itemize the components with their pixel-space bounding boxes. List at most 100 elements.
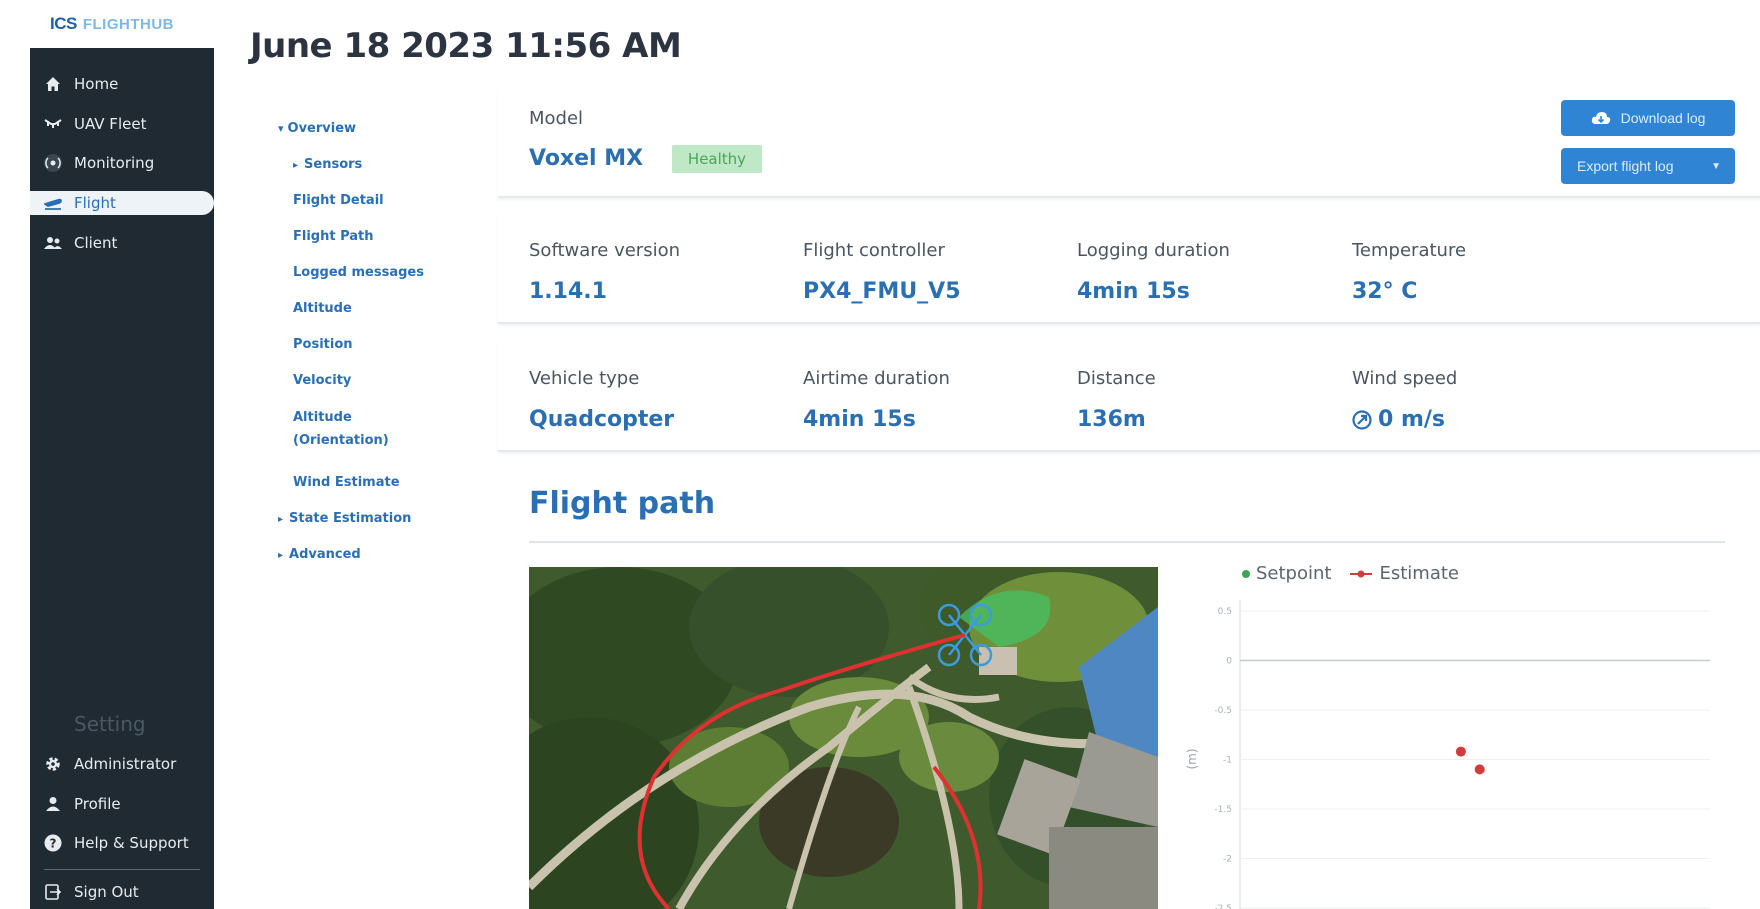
sidebar-item-monitoring[interactable]: Monitoring — [42, 151, 154, 175]
outline-item-wind-estimate[interactable]: Wind Estimate — [293, 475, 400, 490]
vehicle-type-value: Quadcopter — [529, 407, 675, 432]
outline-item-position[interactable]: Position — [293, 337, 353, 352]
user-icon — [42, 796, 64, 812]
export-flight-log-label: Export flight log — [1577, 158, 1674, 174]
plane-icon — [42, 195, 64, 211]
stats-card-1 — [498, 214, 1760, 324]
sidebar-item-label: Sign Out — [74, 883, 139, 901]
y-tick-label: -1.5 — [1214, 805, 1232, 815]
chevron-right-icon: ▸ — [278, 514, 284, 525]
y-tick-label: -2.5 — [1214, 904, 1232, 909]
export-flight-log-dropdown[interactable]: Export flight log ▼ — [1561, 148, 1735, 184]
stat-label: Airtime duration — [803, 368, 950, 389]
stat-label: Flight controller — [803, 240, 945, 261]
stat-label: Software version — [529, 240, 680, 261]
cloud-download-icon — [1591, 111, 1611, 125]
software-version-value: 1.14.1 — [529, 279, 607, 304]
home-icon — [42, 76, 64, 92]
outline-item-flight-path[interactable]: Flight Path — [293, 229, 374, 244]
outline-item-altitude-orientation[interactable]: Altitude (Orientation) — [293, 410, 389, 448]
logging-duration-value: 4min 15s — [1077, 279, 1190, 304]
sidebar-item-client[interactable]: Client — [42, 231, 117, 255]
model-label: Model — [529, 108, 584, 129]
svg-text:?: ? — [50, 837, 57, 851]
data-point-estimate[interactable] — [1455, 746, 1466, 757]
chevron-right-icon: ▸ — [278, 550, 284, 561]
sidebar-item-profile[interactable]: Profile — [42, 792, 121, 816]
outline-item-label: Altitude — [293, 301, 352, 316]
outline-item-label: Velocity — [293, 373, 352, 388]
section-divider — [529, 541, 1725, 543]
outline-item-altitude[interactable]: Altitude — [293, 301, 352, 316]
setting-section-label: Setting — [74, 712, 146, 736]
stat-label: Temperature — [1352, 240, 1467, 261]
outline-item-label: State Estimation — [289, 511, 412, 526]
wind-speed-value: 0 m/s — [1352, 407, 1445, 432]
stat-label: Wind speed — [1352, 368, 1458, 389]
sidebar-item-label: Profile — [74, 795, 121, 813]
stat-label: Logging duration — [1077, 240, 1230, 261]
airtime-duration-value: 4min 15s — [803, 407, 916, 432]
outline-item-label: Overview — [287, 121, 357, 136]
stats-card-2 — [498, 342, 1760, 452]
outline-item-logged-messages[interactable]: Logged messages — [293, 265, 424, 280]
sidebar-item-label: Administrator — [74, 755, 177, 773]
download-log-button[interactable]: Download log — [1561, 100, 1735, 136]
gear-icon — [42, 756, 64, 772]
help-icon: ? — [42, 834, 64, 852]
outline-item-label: (Orientation) — [293, 433, 389, 448]
data-point-estimate[interactable] — [1474, 764, 1485, 775]
flight-path-map[interactable] — [529, 567, 1158, 909]
temperature-value: 32° C — [1352, 279, 1418, 304]
outline-item-label: Position — [293, 337, 353, 352]
outline-item-label: Advanced — [289, 547, 361, 562]
logo-name: FLIGHTHUB — [82, 15, 174, 33]
outline-item-advanced[interactable]: ▸ Advanced — [278, 547, 361, 562]
users-icon — [42, 236, 64, 250]
sidebar-item-home[interactable]: Home — [42, 72, 118, 96]
y-tick-label: 0.5 — [1218, 607, 1232, 617]
outline-item-label: Flight Path — [293, 229, 374, 244]
y-tick-label: -1 — [1223, 756, 1232, 766]
outline-item-sensors[interactable]: ▸ Sensors — [293, 157, 362, 172]
sidebar-item-administrator[interactable]: Administrator — [42, 752, 176, 776]
monitoring-icon — [42, 153, 64, 173]
sidebar-item-label: Flight — [74, 194, 116, 212]
sidebar-item-help[interactable]: ? Help & Support — [42, 831, 189, 855]
download-log-label: Download log — [1620, 110, 1706, 126]
flight-path-title: Flight path — [529, 486, 716, 521]
page-title: June 18 2023 11:56 AM — [250, 26, 682, 66]
outline-item-velocity[interactable]: Velocity — [293, 373, 351, 388]
sidebar-item-flight[interactable]: Flight — [30, 191, 214, 215]
sidebar-item-sign-out[interactable]: Sign Out — [42, 880, 139, 904]
chevron-down-icon: ▾ — [278, 122, 284, 135]
stat-label: Distance — [1077, 368, 1156, 389]
outline-item-label: Sensors — [304, 157, 363, 172]
app-logo[interactable]: ICS FLIGHTHUB — [30, 0, 214, 48]
y-tick-label: -0.5 — [1214, 706, 1232, 716]
status-badge: Healthy — [672, 145, 762, 173]
outline-item-label: Logged messages — [293, 265, 424, 280]
sidebar-item-uav-fleet[interactable]: UAV Fleet — [42, 112, 146, 136]
sidebar-item-label: Home — [74, 75, 119, 93]
y-tick-label: -2 — [1223, 855, 1232, 865]
logo-ics: ICS — [50, 14, 77, 33]
sidebar-item-label: UAV Fleet — [74, 115, 147, 133]
chevron-right-icon: ▸ — [293, 160, 299, 171]
outline-item-overview[interactable]: ▾ Overview — [278, 121, 356, 136]
sidebar-divider — [44, 869, 200, 870]
outline-item-flight-detail[interactable]: Flight Detail — [293, 193, 384, 208]
outline-item-label: Flight Detail — [293, 193, 384, 208]
wind-speed-text: 0 m/s — [1378, 407, 1446, 432]
drone-icon — [42, 118, 64, 130]
sign-out-icon — [42, 884, 64, 900]
caret-down-icon: ▼ — [1711, 160, 1721, 172]
sidebar-item-label: Client — [74, 234, 118, 252]
outline-item-state-estimation[interactable]: ▸ State Estimation — [278, 511, 411, 526]
model-value: Voxel MX — [529, 146, 644, 171]
sidebar-item-label: Help & Support — [74, 834, 189, 852]
flight-controller-value: PX4_FMU_V5 — [803, 279, 961, 304]
sidebar: ICS FLIGHTHUB Home UAV Fleet Monitoring … — [30, 0, 214, 909]
map-satellite-image — [529, 567, 1158, 909]
y-axis-label: (m) — [1185, 748, 1199, 769]
